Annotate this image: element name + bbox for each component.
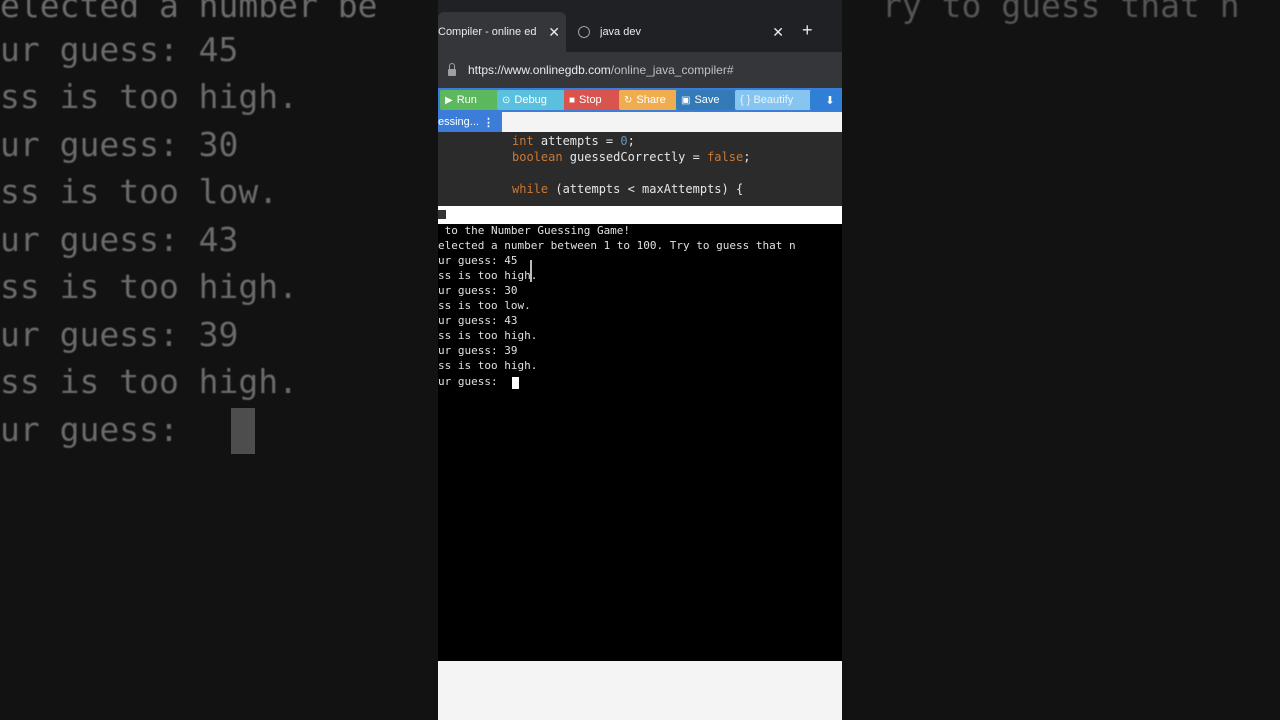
zoom-line: ur guess: 43 [0,220,239,259]
zoom-line: ur guess: 45 [0,30,239,69]
code-token: attempts = [533,134,621,148]
console-line: ss is too high. [438,269,538,282]
zoom-line: ur guess: 39 [0,315,239,354]
code-editor[interactable]: int attempts = 0; boolean guessedCorrect… [438,132,842,206]
code-token: guessedCorrectly = [562,150,708,164]
console-line: ss is too low. [438,299,531,312]
console-line: ur guess: [438,375,505,388]
console-line: ur guess: 39 [438,344,518,357]
zoom-line: ss is too high. [0,77,299,116]
console-line: ur guess: 45 [438,254,518,267]
tab-java-dev[interactable]: java dev ✕ [568,12,790,52]
code-token: ; [627,134,635,148]
tab-bar: Compiler - online ed ✕ java dev ✕ + [438,0,842,52]
zoom-cursor [231,408,255,454]
save-icon: ▣ [681,94,691,106]
code-token: boolean [512,150,563,164]
console-line: ss is too high. [438,329,538,342]
code-line: boolean guessedCorrectly = false; [512,150,750,164]
share-icon: ↻ [624,94,633,106]
zoom-line: ss is too low. [0,172,279,211]
stop-label: Stop [579,94,602,106]
code-token: while [512,182,549,196]
code-token: ; [743,150,751,164]
code-line: int attempts = 0; [512,134,635,148]
zoom-line: elected a number be [0,0,378,25]
close-icon[interactable]: ✕ [772,24,784,41]
stop-icon: ■ [569,94,576,106]
tab-title: Compiler - online ed [438,26,537,38]
globe-icon [578,26,590,38]
address-bar[interactable]: https://www.onlinegdb.com/online_java_co… [438,52,842,88]
console-icon[interactable] [438,210,446,219]
console-header [438,206,842,224]
compiler-toolbar: ▶ Run ⊙ Debug ■ Stop ↻ Share ▣ Save { } Beaut… [438,88,842,112]
file-tab-main[interactable]: essing... ⋮ [438,112,502,132]
zoom-line: ss is too high. [0,362,299,401]
background-zoom-right: ry to guess that n [842,0,1280,720]
console-line: elected a number between 1 to 100. Try t… [438,239,796,252]
browser-window: Compiler - online ed ✕ java dev ✕ + http… [438,0,842,720]
stop-button[interactable]: ■ Stop [564,90,621,110]
url-text[interactable]: https://www.onlinegdb.com/online_java_co… [468,63,734,77]
tab-compiler[interactable]: Compiler - online ed ✕ [438,12,566,52]
code-token: 0 [620,134,628,148]
code-token: (attempts < maxAttempts) { [548,182,744,196]
zoom-line: ss is too high. [0,267,299,306]
debug-label: Debug [514,94,547,106]
download-button[interactable]: ⬇ [810,90,842,110]
play-icon: ▶ [445,94,453,106]
url-domain: https://www.onlinegdb.com [468,63,611,77]
tab-title: java dev [600,26,641,38]
close-icon[interactable]: ✕ [548,24,560,41]
run-label: Run [456,94,477,106]
share-label: Share [636,94,666,106]
debug-icon: ⊙ [502,94,511,106]
zoom-line: ur guess: [0,410,179,449]
background-zoom-left: elected a number be ur guess: 45 ss is t… [0,0,438,720]
mouse-cursor-icon [530,260,532,282]
beautify-label: { } Beautify [740,94,794,106]
code-token: int [512,134,534,148]
download-icon: ⬇ [825,94,835,107]
lock-icon [448,62,456,76]
console-line: to the Number Guessing Game! [438,224,631,237]
console-line: ur guess: 43 [438,314,518,327]
more-vert-icon[interactable]: ⋮ [483,116,494,129]
save-button[interactable]: ▣ Save [676,90,736,110]
run-button[interactable]: ▶ Run [440,90,498,110]
file-tabs: essing... ⋮ [438,112,842,132]
file-tab-name: essing... [438,116,479,128]
console-line: ur guess: 30 [438,284,518,297]
beautify-button[interactable]: { } Beautify [735,90,811,110]
code-token: false [707,150,744,164]
input-caret [512,377,519,389]
console-line: ss is too high. [438,359,538,372]
zoom-line: ur guess: 30 [0,125,239,164]
bottom-panel [438,661,842,720]
code-line: while (attempts < maxAttempts) { [512,182,743,196]
url-path: /online_java_compiler# [610,63,734,77]
zoom-line: ry to guess that n [882,0,1240,25]
new-tab-button[interactable]: + [802,20,813,41]
console-output[interactable]: to the Number Guessing Game! elected a n… [438,224,842,661]
share-button[interactable]: ↻ Share [619,90,677,110]
debug-button[interactable]: ⊙ Debug [497,90,565,110]
save-label: Save [694,94,720,106]
